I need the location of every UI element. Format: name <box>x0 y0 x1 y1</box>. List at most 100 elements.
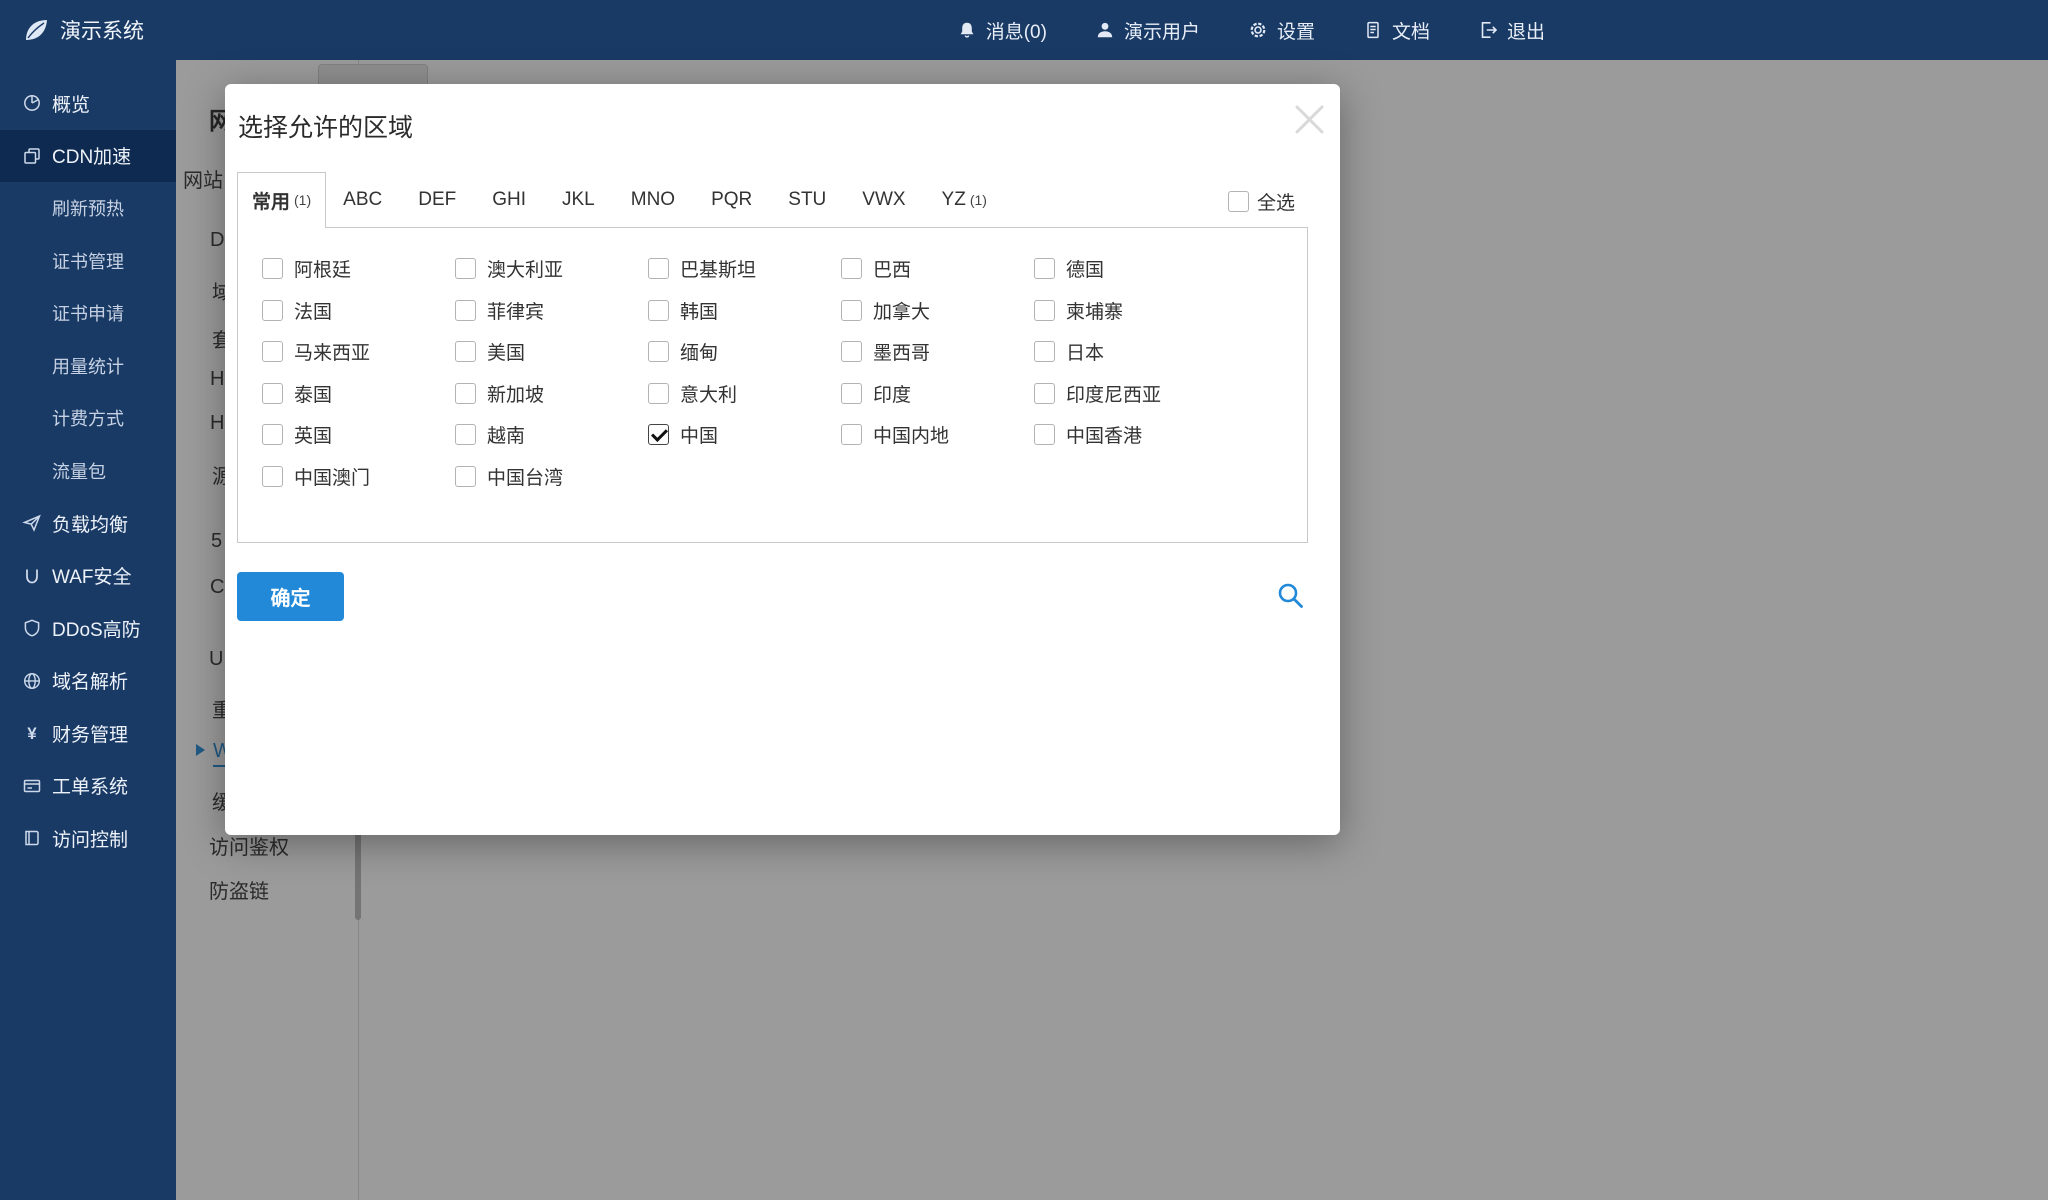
region-tab[interactable]: 常用 (1) <box>237 172 327 228</box>
country-checkbox[interactable] <box>262 424 283 446</box>
logout-button[interactable]: 退出 <box>1478 17 1545 44</box>
sidebar-item-tickets[interactable]: 工单系统 <box>0 760 176 813</box>
country-option[interactable]: 德国 <box>1034 255 1227 282</box>
country-checkbox[interactable] <box>841 382 862 404</box>
leaf-logo-icon <box>26 20 47 40</box>
country-checkbox[interactable] <box>262 382 283 404</box>
country-option[interactable]: 中国内地 <box>841 421 1034 448</box>
country-option[interactable]: 中国香港 <box>1034 421 1227 448</box>
region-tab[interactable]: PQR <box>696 172 771 227</box>
region-tab[interactable]: JKL <box>547 172 614 227</box>
country-option[interactable]: 墨西哥 <box>841 338 1034 365</box>
sidebar-item-cert-manage[interactable]: 证书管理 <box>0 235 176 288</box>
user-menu[interactable]: 演示用户 <box>1095 17 1200 44</box>
messages-label: 消息(0) <box>985 21 1047 43</box>
country-option[interactable]: 日本 <box>1034 338 1227 365</box>
sidebar-item-billing[interactable]: 计费方式 <box>0 392 176 445</box>
region-tab[interactable]: STU <box>773 172 845 227</box>
region-tab[interactable]: MNO <box>616 172 694 227</box>
sidebar-item-access-control[interactable]: 访问控制 <box>0 812 176 865</box>
sidebar-item-cdn[interactable]: CDN加速 <box>0 129 176 182</box>
country-checkbox[interactable] <box>648 299 669 321</box>
sidebar-item-finance[interactable]: ¥ 财务管理 <box>0 707 176 760</box>
sidebar-item-waf[interactable]: WAF安全 <box>0 550 176 603</box>
search-icon[interactable] <box>1275 580 1307 612</box>
sidebar-item-overview[interactable]: 概览 <box>0 77 176 130</box>
country-option[interactable]: 巴基斯坦 <box>648 255 841 282</box>
sidebar-item-refresh-prewarm[interactable]: 刷新预热 <box>0 182 176 235</box>
country-checkbox[interactable] <box>1034 382 1055 404</box>
country-grid: 阿根廷 澳大利亚 巴基斯坦 巴西 德国 法国 菲律宾 韩国 加拿大 柬埔寨 马来… <box>262 248 1307 497</box>
country-option[interactable]: 印度尼西亚 <box>1034 380 1227 407</box>
country-checkbox[interactable] <box>841 258 862 280</box>
country-option[interactable]: 中国台湾 <box>455 463 648 490</box>
country-option[interactable]: 英国 <box>262 421 455 448</box>
sidebar-item-traffic-package[interactable]: 流量包 <box>0 445 176 498</box>
country-option[interactable]: 新加坡 <box>455 380 648 407</box>
tab-label: MNO <box>630 189 676 210</box>
country-option[interactable]: 意大利 <box>648 380 841 407</box>
country-option[interactable]: 印度 <box>841 380 1034 407</box>
select-all-checkbox[interactable] <box>1227 191 1249 212</box>
country-checkbox[interactable] <box>841 299 862 321</box>
settings-label: 设置 <box>1276 21 1315 43</box>
country-checkbox[interactable] <box>1034 424 1055 446</box>
select-all-option[interactable]: 全选 <box>1227 188 1295 215</box>
country-option[interactable]: 越南 <box>455 421 648 448</box>
country-checkbox[interactable] <box>1034 341 1055 363</box>
country-checkbox[interactable] <box>841 341 862 363</box>
country-option[interactable]: 美国 <box>455 338 648 365</box>
sidebar-item-usage-stats[interactable]: 用量统计 <box>0 340 176 393</box>
close-icon[interactable] <box>1293 103 1326 136</box>
tab-label: 常用 <box>252 191 291 213</box>
docs-button[interactable]: 文档 <box>1363 17 1430 44</box>
country-checkbox[interactable] <box>1034 299 1055 321</box>
country-checkbox[interactable] <box>262 299 283 321</box>
country-option[interactable]: 澳大利亚 <box>455 255 648 282</box>
country-checkbox[interactable] <box>455 465 476 487</box>
country-option[interactable]: 马来西亚 <box>262 338 455 365</box>
settings-button[interactable]: 设置 <box>1248 17 1315 44</box>
country-checkbox[interactable] <box>648 258 669 280</box>
country-checkbox[interactable] <box>262 465 283 487</box>
country-option[interactable]: 加拿大 <box>841 297 1034 324</box>
country-checkbox[interactable] <box>1034 258 1055 280</box>
region-tab[interactable]: DEF <box>403 172 475 227</box>
country-checkbox[interactable] <box>648 382 669 404</box>
topbar: 演示系统 消息(0) 演示用户 设置 文档 退出 <box>0 0 2048 60</box>
confirm-button[interactable]: 确定 <box>237 572 344 621</box>
country-option[interactable]: 缅甸 <box>648 338 841 365</box>
country-option[interactable]: 柬埔寨 <box>1034 297 1227 324</box>
country-option[interactable]: 中国澳门 <box>262 463 455 490</box>
country-checkbox[interactable] <box>262 258 283 280</box>
country-label: 马来西亚 <box>294 343 371 365</box>
country-checkbox[interactable] <box>648 341 669 363</box>
country-option[interactable]: 巴西 <box>841 255 1034 282</box>
country-option[interactable]: 菲律宾 <box>455 297 648 324</box>
country-option[interactable]: 泰国 <box>262 380 455 407</box>
region-tab[interactable]: ABC <box>328 172 401 227</box>
country-checkbox[interactable] <box>262 341 283 363</box>
country-option[interactable]: 韩国 <box>648 297 841 324</box>
sidebar-item-load-balance[interactable]: 负载均衡 <box>0 497 176 550</box>
select-all-label: 全选 <box>1256 193 1295 214</box>
region-tab[interactable]: GHI <box>477 172 545 227</box>
sidebar-item-cert-apply[interactable]: 证书申请 <box>0 287 176 340</box>
country-checkbox[interactable] <box>455 341 476 363</box>
country-checkbox[interactable] <box>648 424 669 446</box>
region-tab[interactable]: YZ (1) <box>927 172 1002 227</box>
country-option[interactable]: 法国 <box>262 297 455 324</box>
country-checkbox[interactable] <box>455 424 476 446</box>
messages-button[interactable]: 消息(0) <box>957 17 1047 44</box>
country-checkbox[interactable] <box>455 382 476 404</box>
region-tab[interactable]: VWX <box>847 172 924 227</box>
country-checkbox[interactable] <box>455 299 476 321</box>
country-label: 印度 <box>873 384 912 406</box>
country-checkbox[interactable] <box>841 424 862 446</box>
sidebar-item-dns[interactable]: 域名解析 <box>0 655 176 708</box>
svg-text:¥: ¥ <box>27 724 37 743</box>
country-checkbox[interactable] <box>455 258 476 280</box>
country-option[interactable]: 中国 <box>648 421 841 448</box>
sidebar-item-ddos[interactable]: DDoS高防 <box>0 602 176 655</box>
country-option[interactable]: 阿根廷 <box>262 255 455 282</box>
